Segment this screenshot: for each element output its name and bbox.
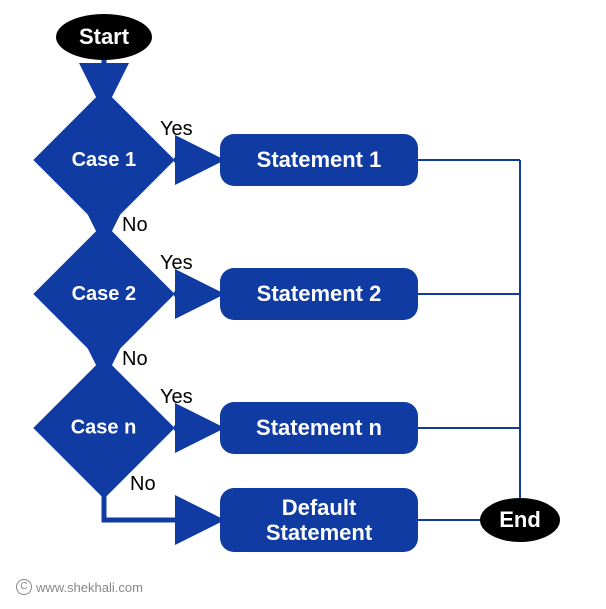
end-label: End: [499, 507, 541, 533]
process-statement-1: Statement 1: [220, 134, 418, 186]
yes-label-2: Yes: [160, 252, 193, 275]
decision-case-2: Case 2: [33, 223, 174, 364]
process-statement-1-label: Statement 1: [257, 147, 382, 173]
decision-case-2-label: Case 2: [72, 283, 137, 306]
no-label-1: No: [122, 214, 148, 237]
start-label: Start: [79, 24, 129, 50]
process-statement-2: Statement 2: [220, 268, 418, 320]
process-statement-n-label: Statement n: [256, 415, 382, 441]
start-terminator: Start: [56, 14, 152, 60]
copyright-icon: C: [16, 579, 32, 595]
decision-case-1-label: Case 1: [72, 149, 137, 172]
no-label-n: No: [130, 473, 156, 496]
yes-label-n: Yes: [160, 386, 193, 409]
decision-case-1: Case 1: [33, 89, 174, 230]
end-terminator: End: [480, 498, 560, 542]
decision-case-n-label: Case n: [71, 417, 137, 440]
process-statement-n: Statement n: [220, 402, 418, 454]
credit-url: www.shekhali.com: [36, 580, 143, 595]
no-label-2: No: [122, 348, 148, 371]
flowchart-canvas: Start Case 1 Yes No Statement 1 Case 2 Y…: [0, 0, 606, 609]
process-statement-2-label: Statement 2: [257, 281, 382, 307]
process-default-statement: Default Statement: [220, 488, 418, 552]
credit-text: C www.shekhali.com: [16, 579, 143, 595]
process-default-statement-label: Default Statement: [266, 495, 372, 546]
yes-label-1: Yes: [160, 118, 193, 141]
